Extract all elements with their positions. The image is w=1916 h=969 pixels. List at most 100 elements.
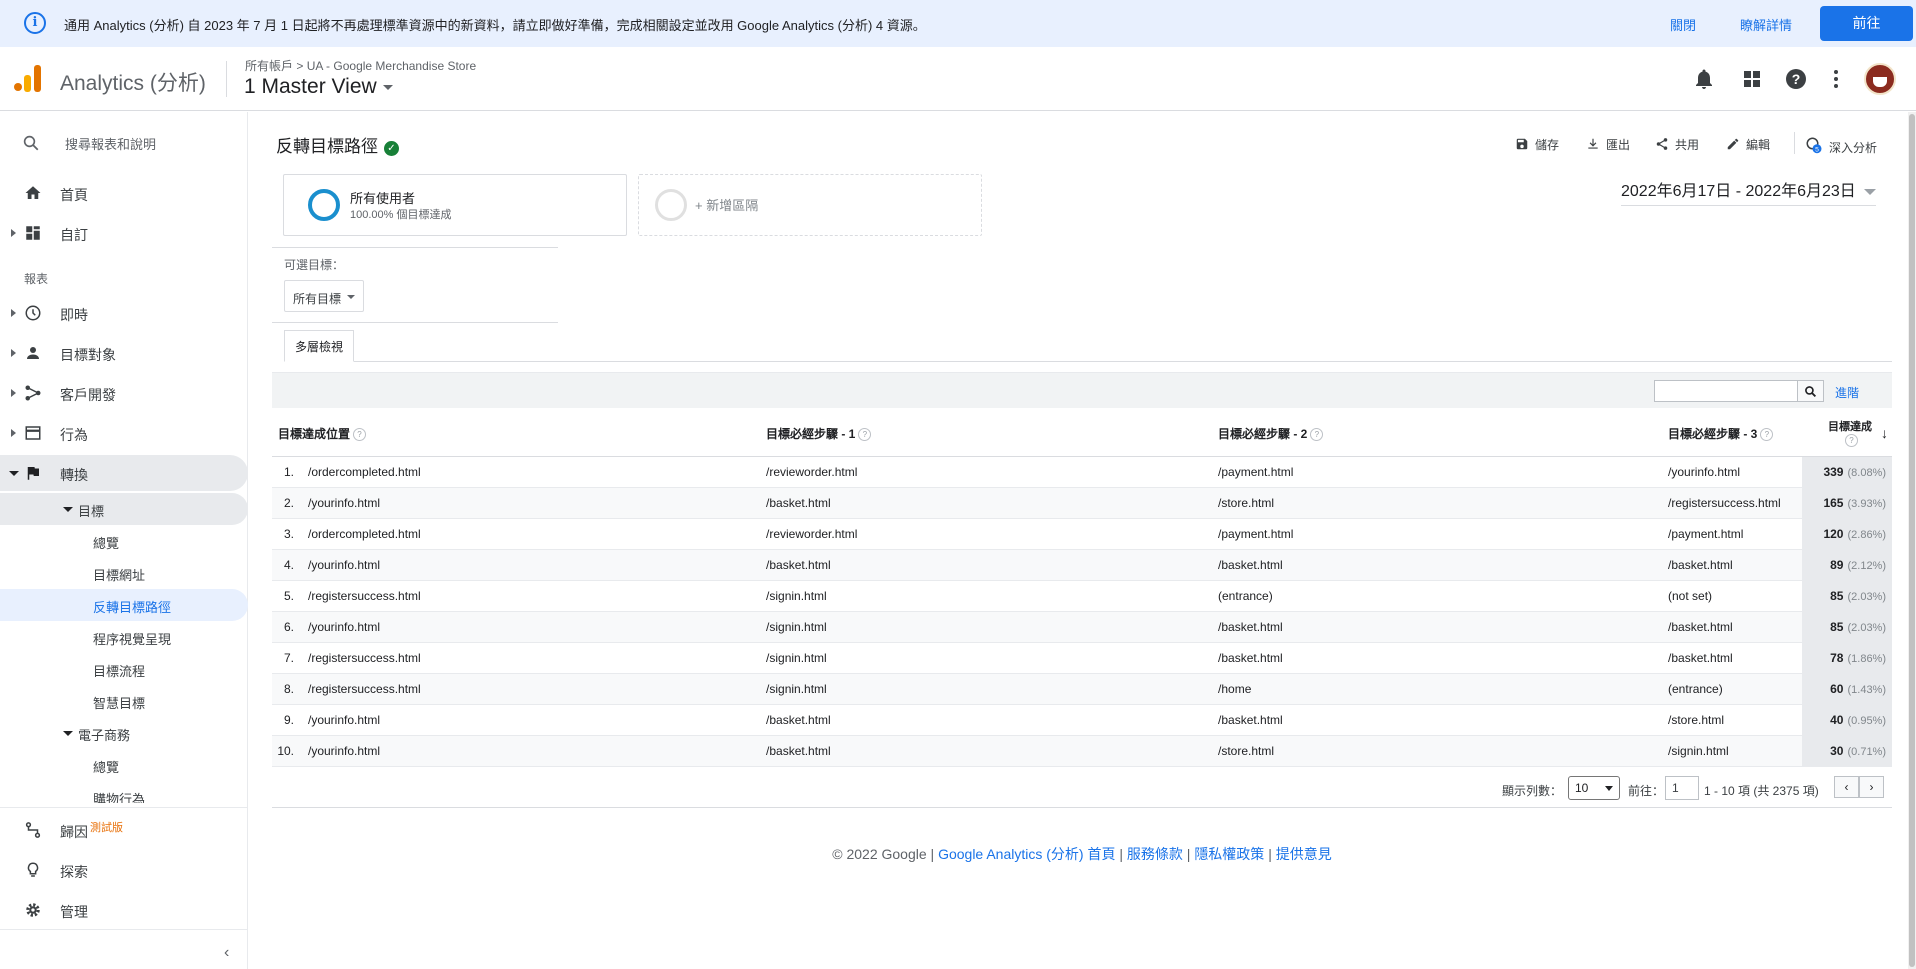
banner-close-link[interactable]: 關閉 xyxy=(1670,15,1696,34)
table-search-input[interactable] xyxy=(1654,380,1798,402)
apps-grid-icon[interactable] xyxy=(1740,67,1764,91)
step1-cell[interactable]: /revieworder.html xyxy=(760,518,1213,550)
sidebar-item-discover[interactable]: 探索 xyxy=(0,852,248,888)
prev-page-button[interactable]: ‹ xyxy=(1834,776,1859,798)
goal-completion-location-cell[interactable]: /yourinfo.html xyxy=(302,611,761,643)
sidebar-item-audience[interactable]: 目標對象 xyxy=(0,335,248,371)
save-button[interactable]: 儲存 xyxy=(1515,136,1559,153)
more-vert-icon[interactable] xyxy=(1824,67,1848,91)
step3-cell[interactable]: /basket.html xyxy=(1662,611,1803,643)
export-button[interactable]: 匯出 xyxy=(1586,136,1630,153)
help-circle-icon[interactable]: ? xyxy=(1310,428,1324,442)
sidebar-search[interactable]: 搜尋報表和說明 xyxy=(0,122,248,162)
tab-explorer[interactable]: 多層檢視 xyxy=(284,330,355,362)
help-icon[interactable]: ? xyxy=(1784,67,1808,91)
column-header-step1[interactable]: 目標必經步驟 - 1? xyxy=(760,412,1213,457)
goal-completion-location-cell[interactable]: /yourinfo.html xyxy=(302,704,761,736)
help-circle-icon[interactable]: ? xyxy=(858,428,872,442)
date-range-picker[interactable]: 2022年6月17日 - 2022年6月23日 xyxy=(1621,177,1876,206)
analytics-logo-icon[interactable] xyxy=(14,65,42,93)
user-avatar[interactable] xyxy=(1864,63,1896,95)
sidebar-item-goal-urls[interactable]: 目標網址 xyxy=(0,557,248,589)
step1-cell[interactable]: /basket.html xyxy=(760,487,1213,519)
step3-cell[interactable]: /basket.html xyxy=(1662,549,1803,581)
sidebar-item-goals[interactable]: 目標 xyxy=(0,493,248,525)
sidebar-item-ecommerce[interactable]: 電子商務 xyxy=(0,717,248,749)
step1-cell[interactable]: /basket.html xyxy=(760,704,1213,736)
step1-cell[interactable]: /basket.html xyxy=(760,549,1213,581)
step1-cell[interactable]: /signin.html xyxy=(760,642,1213,674)
step2-cell[interactable]: /home xyxy=(1212,673,1663,705)
column-header-step3[interactable]: 目標必經步驟 - 3? xyxy=(1662,412,1803,457)
share-button[interactable]: 共用 xyxy=(1655,136,1699,153)
step2-cell[interactable]: /payment.html xyxy=(1212,456,1663,488)
sidebar-item-goal-flow[interactable]: 目標流程 xyxy=(0,653,248,685)
sidebar-item-reverse-goal-path[interactable]: 反轉目標路徑 xyxy=(0,589,248,621)
notifications-bell-icon[interactable] xyxy=(1692,67,1716,91)
edit-button[interactable]: 編輯 xyxy=(1726,136,1770,153)
sidebar-item-conversions[interactable]: 轉換 xyxy=(0,455,248,491)
footer-home-link[interactable]: Google Analytics (分析) 首頁 xyxy=(938,846,1115,862)
step2-cell[interactable]: /basket.html xyxy=(1212,704,1663,736)
sidebar-item-funnel-visualization[interactable]: 程序視覺呈現 xyxy=(0,621,248,653)
step3-cell[interactable]: (not set) xyxy=(1662,580,1803,612)
sort-descending-icon[interactable]: ↓ xyxy=(1881,426,1888,440)
segment-all-users[interactable]: 所有使用者 100.00% 個目標達成 xyxy=(283,174,627,236)
sidebar-item-admin[interactable]: 管理 xyxy=(0,892,248,928)
step2-cell[interactable]: /basket.html xyxy=(1212,549,1663,581)
goal-completion-location-cell[interactable]: /ordercompleted.html xyxy=(302,518,761,550)
goal-completion-location-cell[interactable]: /yourinfo.html xyxy=(302,549,761,581)
step1-cell[interactable]: /signin.html xyxy=(760,580,1213,612)
next-page-button[interactable]: › xyxy=(1859,776,1884,798)
step1-cell[interactable]: /signin.html xyxy=(760,611,1213,643)
step1-cell[interactable]: /signin.html xyxy=(760,673,1213,705)
step2-cell[interactable]: /store.html xyxy=(1212,487,1663,519)
step3-cell[interactable]: /signin.html xyxy=(1662,735,1803,767)
table-search-button[interactable] xyxy=(1798,380,1824,402)
step1-cell[interactable]: /revieworder.html xyxy=(760,456,1213,488)
column-header-step2[interactable]: 目標必經步驟 - 2? xyxy=(1212,412,1663,457)
sidebar-item-acquisition[interactable]: 客戶開發 xyxy=(0,375,248,411)
step2-cell[interactable]: /store.html xyxy=(1212,735,1663,767)
banner-go-button[interactable]: 前往 xyxy=(1820,6,1913,41)
goto-page-input[interactable]: 1 xyxy=(1665,776,1699,800)
sidebar-item-smart-goals[interactable]: 智慧目標 xyxy=(0,685,248,717)
column-header-location[interactable]: 目標達成位置? xyxy=(272,412,761,457)
collapse-sidebar-icon[interactable]: ‹ xyxy=(224,944,229,962)
view-selector[interactable]: 1 Master View xyxy=(244,75,393,99)
goal-completion-location-cell[interactable]: /yourinfo.html xyxy=(302,487,761,519)
sidebar-item-home[interactable]: 首頁 xyxy=(0,175,248,211)
help-circle-icon[interactable]: ? xyxy=(1760,428,1774,442)
step3-cell[interactable]: /payment.html xyxy=(1662,518,1803,550)
column-header-completions[interactable]: 目標達成? ↓ xyxy=(1802,412,1893,457)
banner-learn-more-link[interactable]: 瞭解詳情 xyxy=(1740,15,1792,34)
footer-feedback-link[interactable]: 提供意見 xyxy=(1276,846,1332,862)
sidebar-item-customization[interactable]: 自訂 xyxy=(0,215,248,251)
footer-terms-link[interactable]: 服務條款 xyxy=(1127,846,1183,862)
sidebar-item-ecommerce-overview[interactable]: 總覽 xyxy=(0,749,248,781)
step1-cell[interactable]: /basket.html xyxy=(760,735,1213,767)
step3-cell[interactable]: /store.html xyxy=(1662,704,1803,736)
goal-completion-location-cell[interactable]: /registersuccess.html xyxy=(302,580,761,612)
help-circle-icon[interactable]: ? xyxy=(1845,433,1859,447)
rows-per-page-select[interactable]: 10 xyxy=(1568,776,1620,800)
sidebar-item-shopping-behavior[interactable]: 購物行為 xyxy=(0,781,248,803)
page-scrollbar[interactable] xyxy=(1908,112,1916,969)
account-breadcrumb[interactable]: 所有帳戶 > UA - Google Merchandise Store xyxy=(245,57,476,74)
goal-completion-location-cell[interactable]: /ordercompleted.html xyxy=(302,456,761,488)
goal-completion-location-cell[interactable]: /yourinfo.html xyxy=(302,735,761,767)
insights-button[interactable]: 5 深入分析 xyxy=(1805,136,1877,156)
goal-completion-location-cell[interactable]: /registersuccess.html xyxy=(302,642,761,674)
step3-cell[interactable]: /registersuccess.html xyxy=(1662,487,1803,519)
sidebar-item-goals-overview[interactable]: 總覽 xyxy=(0,525,248,557)
advanced-filter-link[interactable]: 進階 xyxy=(1835,384,1859,401)
help-circle-icon[interactable]: ? xyxy=(353,428,367,442)
step2-cell[interactable]: /payment.html xyxy=(1212,518,1663,550)
sidebar-item-attribution[interactable]: 歸因 測試版 xyxy=(0,812,248,848)
step3-cell[interactable]: /yourinfo.html xyxy=(1662,456,1803,488)
scrollbar-thumb[interactable] xyxy=(1909,114,1915,967)
step2-cell[interactable]: /basket.html xyxy=(1212,611,1663,643)
step2-cell[interactable]: /basket.html xyxy=(1212,642,1663,674)
step3-cell[interactable]: /basket.html xyxy=(1662,642,1803,674)
footer-privacy-link[interactable]: 隱私權政策 xyxy=(1194,846,1264,862)
